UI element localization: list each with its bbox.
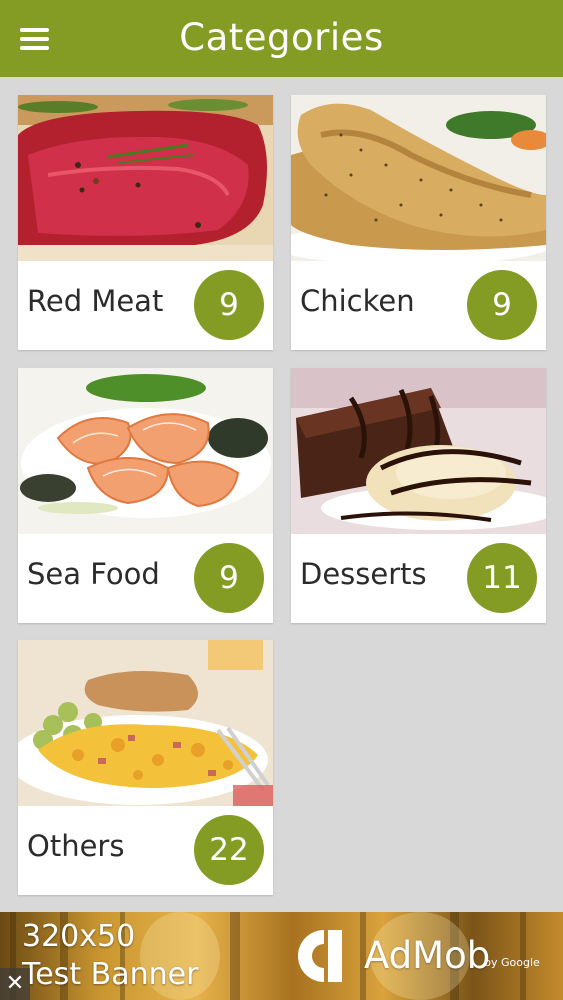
- ad-banner[interactable]: 320x50 Test Banner AdMob by Google: [0, 912, 563, 1000]
- close-icon[interactable]: ✕: [0, 968, 30, 1000]
- app-header: Categories: [0, 0, 563, 77]
- category-label: Red Meat: [27, 284, 164, 318]
- category-image-desserts: [291, 368, 546, 534]
- category-card-chicken[interactable]: Chicken 9: [291, 95, 546, 350]
- admob-brand-text: AdMob: [364, 934, 491, 977]
- admob-by-google-text: by Google: [484, 956, 540, 969]
- category-card-others[interactable]: Others 22: [18, 640, 273, 895]
- page-title: Categories: [179, 16, 384, 59]
- category-card-red-meat[interactable]: Red Meat 9: [18, 95, 273, 350]
- category-image-red-meat: [18, 95, 273, 261]
- count-badge: 11: [467, 543, 537, 613]
- ad-test-text: Test Banner: [22, 957, 199, 992]
- category-image-sea-food: [18, 368, 273, 534]
- category-label: Chicken: [300, 284, 415, 318]
- category-card-desserts[interactable]: Desserts 11: [291, 368, 546, 623]
- count-badge: 9: [194, 543, 264, 613]
- admob-logo-icon: [298, 930, 342, 982]
- category-label: Others: [27, 829, 125, 863]
- category-label: Sea Food: [27, 557, 160, 591]
- category-label: Desserts: [300, 557, 427, 591]
- count-badge: 9: [194, 270, 264, 340]
- count-badge: 22: [194, 815, 264, 885]
- ad-size-text: 320x50: [22, 919, 136, 954]
- category-image-chicken: [291, 95, 546, 261]
- count-badge: 9: [467, 270, 537, 340]
- category-card-sea-food[interactable]: Sea Food 9: [18, 368, 273, 623]
- category-image-others: [18, 640, 273, 806]
